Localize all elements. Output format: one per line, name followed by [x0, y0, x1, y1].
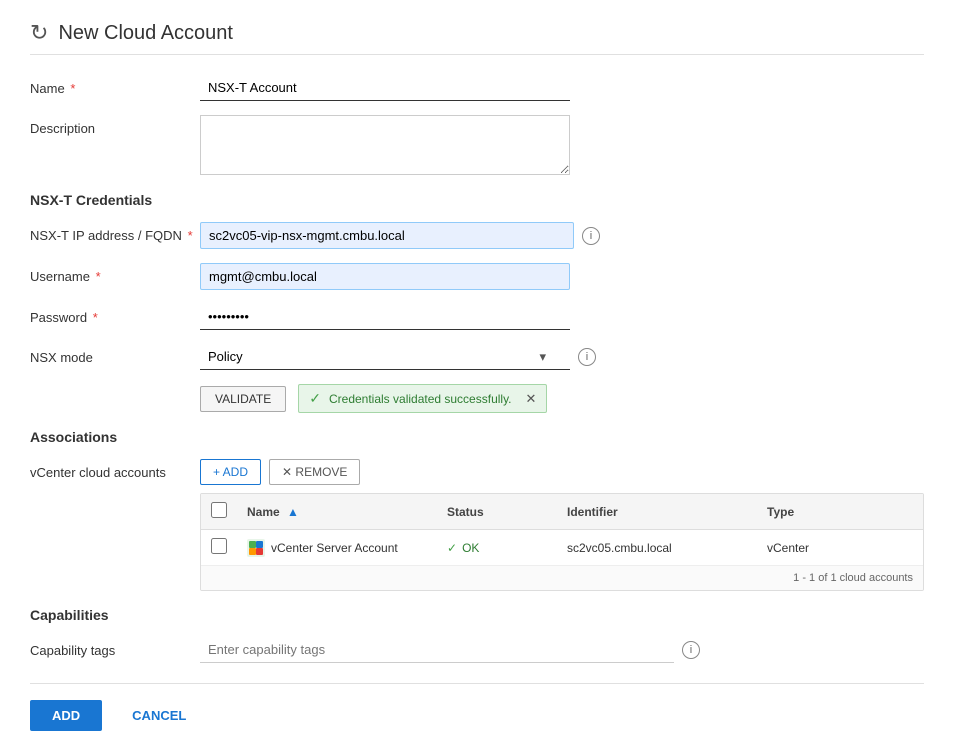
password-row: Password * — [30, 304, 924, 330]
table-row: vCenter Server Account ✓ OK sc2vc05.c — [201, 530, 923, 566]
status-ok: ✓ OK — [447, 541, 547, 555]
username-label: Username * — [30, 263, 200, 284]
name-field-wrapper — [200, 75, 570, 101]
table-header-identifier: Identifier — [557, 494, 757, 530]
table-header-checkbox — [201, 494, 237, 530]
nsx-ip-row: NSX-T IP address / FQDN * i — [30, 222, 924, 249]
capabilities-heading: Capabilities — [30, 607, 924, 623]
username-row: Username * — [30, 263, 924, 290]
password-field-wrapper — [200, 304, 570, 330]
footer-actions: ADD CANCEL — [30, 683, 924, 731]
nsx-ip-info-icon[interactable]: i — [582, 227, 600, 245]
capability-input-wrapper: i — [200, 637, 700, 663]
nsx-mode-label: NSX mode — [30, 344, 200, 365]
row-status-cell: ✓ OK — [437, 530, 557, 566]
vcenter-account-icon — [247, 539, 265, 557]
add-vcenter-button[interactable]: + ADD — [200, 459, 261, 485]
cloud-sync-icon: ↻ — [30, 20, 48, 46]
validation-message: Credentials validated successfully. — [329, 392, 512, 406]
name-label: Name * — [30, 75, 200, 96]
nsx-ip-label: NSX-T IP address / FQDN * — [30, 222, 200, 243]
validation-success-banner: ✓ Credentials validated successfully. ✕ — [298, 384, 547, 413]
description-row: Description — [30, 115, 924, 178]
nsx-mode-select[interactable]: Policy Manager — [200, 344, 570, 370]
remove-vcenter-button[interactable]: ✕ REMOVE — [269, 459, 360, 485]
validate-button[interactable]: VALIDATE — [200, 386, 286, 412]
row-checkbox[interactable] — [211, 538, 227, 554]
description-label: Description — [30, 115, 200, 136]
page-title: New Cloud Account — [58, 22, 233, 45]
username-input[interactable] — [200, 263, 570, 290]
username-required: * — [96, 269, 101, 284]
description-field-wrapper — [200, 115, 570, 178]
table-header-row: Name ▲ Status Identifier Type — [201, 494, 923, 530]
nsx-mode-row: NSX mode Policy Manager i — [30, 344, 924, 370]
success-check-icon: ✓ — [309, 390, 321, 407]
password-label: Password * — [30, 304, 200, 325]
associations-heading: Associations — [30, 429, 924, 445]
name-required: * — [70, 81, 75, 96]
vcenter-controls: + ADD ✕ REMOVE Name ▲ Status — [200, 459, 924, 591]
username-field-wrapper — [200, 263, 570, 290]
select-all-checkbox[interactable] — [211, 502, 227, 518]
row-type-cell: vCenter — [757, 530, 923, 566]
credentials-heading: NSX-T Credentials — [30, 192, 924, 208]
validation-close-icon[interactable]: ✕ — [526, 391, 537, 407]
capability-info-icon[interactable]: i — [682, 641, 700, 659]
description-input[interactable] — [200, 115, 570, 175]
table-header-status: Status — [437, 494, 557, 530]
page-header: ↻ New Cloud Account — [30, 20, 924, 55]
capability-tags-label: Capability tags — [30, 643, 200, 658]
row-checkbox-cell — [201, 530, 237, 566]
vcenter-btn-row: + ADD ✕ REMOVE — [200, 459, 924, 485]
name-row: Name * — [30, 75, 924, 101]
vcenter-accounts-row: vCenter cloud accounts + ADD ✕ REMOVE Na… — [30, 459, 924, 591]
add-button[interactable]: ADD — [30, 700, 102, 731]
nsx-ip-input[interactable] — [200, 222, 574, 249]
vcenter-label: vCenter cloud accounts — [30, 459, 200, 480]
vcenter-table-container: Name ▲ Status Identifier Type — [200, 493, 924, 591]
ok-check-icon: ✓ — [447, 541, 457, 555]
table-header-name[interactable]: Name ▲ — [237, 494, 437, 530]
status-text: OK — [462, 541, 479, 555]
row-identifier: sc2vc05.cmbu.local — [567, 541, 672, 555]
capability-tags-row: Capability tags i — [30, 637, 924, 663]
password-required: * — [93, 310, 98, 325]
name-input[interactable] — [200, 75, 570, 101]
row-type: vCenter — [767, 541, 809, 555]
row-identifier-cell: sc2vc05.cmbu.local — [557, 530, 757, 566]
sort-name-icon: ▲ — [287, 505, 299, 519]
password-input[interactable] — [200, 304, 570, 330]
vcenter-account-cell: vCenter Server Account — [247, 539, 427, 557]
vcenter-table: Name ▲ Status Identifier Type — [201, 494, 923, 565]
table-footer: 1 - 1 of 1 cloud accounts — [201, 565, 923, 590]
nsx-ip-required: * — [188, 228, 193, 243]
nsx-mode-info-icon[interactable]: i — [578, 348, 596, 366]
table-header-type: Type — [757, 494, 923, 530]
capability-tags-input[interactable] — [200, 637, 674, 663]
row-name-cell: vCenter Server Account — [237, 530, 437, 566]
validate-row: VALIDATE ✓ Credentials validated success… — [200, 384, 924, 413]
cancel-button[interactable]: CANCEL — [114, 700, 204, 731]
row-name: vCenter Server Account — [271, 541, 398, 555]
